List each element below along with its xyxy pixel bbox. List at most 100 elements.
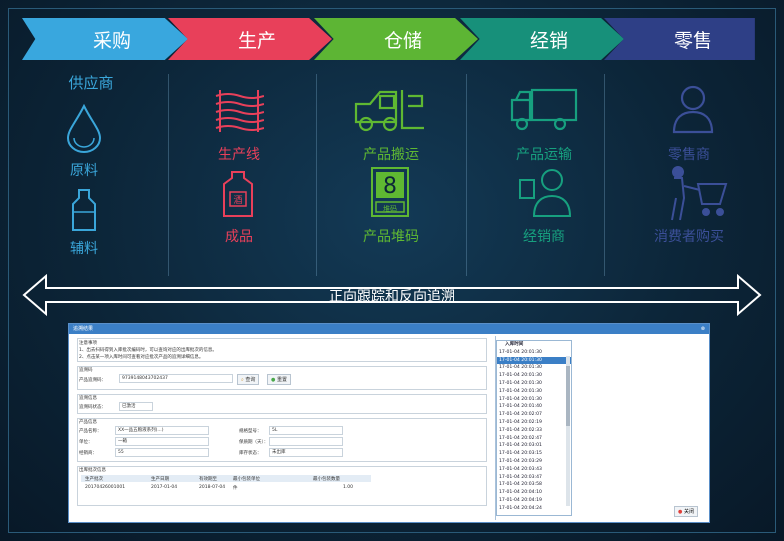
table-header-cell: 生产批次	[85, 477, 103, 482]
reset-button[interactable]: ● 重置	[267, 374, 291, 385]
trace-diagram: 采购 生产 仓储 经销 零售 供应商 原料 辅料 生产线 酒 成品 产品搬运 8…	[0, 0, 784, 541]
list-item[interactable]: 17-01-04 20:02:33	[497, 427, 571, 435]
list-scrollbar[interactable]	[566, 356, 570, 506]
list-item[interactable]: 17-01-04 20:02:19	[497, 419, 571, 427]
stock-status-value: 未出库	[269, 448, 343, 457]
truck-icon	[510, 88, 578, 131]
trace-arrow-label: 正向跟踪和反向追溯	[329, 289, 455, 305]
product-code-input[interactable]: 9739148043702437	[119, 374, 233, 383]
close-circle-icon: ●	[678, 509, 683, 515]
search-icon: ⌕	[241, 377, 244, 383]
finished-product-label: 成品	[225, 229, 253, 245]
stacking-sign-icon: 8 堆码	[371, 167, 409, 217]
table-row[interactable]: 20170426001001 2017-01-04 2018-07-04 件 1…	[81, 484, 371, 491]
svg-text:酒: 酒	[233, 195, 242, 206]
column-divider	[604, 74, 605, 276]
list-header: 入库时间	[505, 342, 524, 347]
stage-production-label: 生产	[237, 29, 276, 52]
dealer-field-label: 经销商：	[79, 451, 97, 456]
scrollbar-thumb[interactable]	[566, 366, 570, 426]
product-code-label: 产品追溯码：	[79, 378, 106, 383]
inbound-time-list[interactable]: 入库时间 17-01-04 20:01:30 17-01-04 20:01:30 1…	[496, 340, 572, 516]
raw-material-label: 原料	[70, 163, 98, 179]
stack-badge-sub: 堆码	[383, 204, 397, 213]
close-icon[interactable]: ⊗	[701, 324, 705, 334]
trace-detail-panel: 注意事项 1、出去扫码得到入库批次编码时，可以查询对应的出库批次的信息。 2、点…	[71, 336, 489, 520]
auxiliary-material-label: 辅料	[70, 241, 98, 257]
query-section-title: 追溯码	[79, 368, 93, 373]
bottle-icon	[72, 189, 96, 231]
list-item[interactable]: 17-01-04 20:03:58	[497, 481, 571, 489]
table-header-cell: 最小包装数量	[313, 477, 340, 482]
shopping-cart-icon	[671, 166, 728, 221]
product-name-label: 产品名称：	[79, 429, 102, 434]
transport-label: 产品运输	[516, 147, 572, 163]
table-header-cell: 生产日期	[151, 477, 169, 482]
list-item[interactable]: 17-01-04 20:02:07	[497, 411, 571, 419]
dealer-icon	[519, 169, 572, 217]
table-cell: 件	[233, 486, 238, 491]
consumer-purchase-label: 消费者购买	[654, 229, 724, 245]
batch-section-title: 追溯信息	[79, 396, 97, 401]
supplier-title: 供应商	[68, 74, 114, 92]
list-item[interactable]: 17-01-04 20:01:30	[497, 380, 571, 388]
batch-status-label: 追溯码状态：	[79, 405, 106, 410]
table-header-cell: 有效期至	[199, 477, 217, 482]
window-title: 追溯结果	[73, 326, 94, 332]
product-handling-label: 产品搬运	[363, 147, 419, 163]
stage-production: 生产	[168, 18, 332, 60]
column-divider	[168, 74, 169, 276]
forklift-icon	[354, 90, 424, 132]
notes-line-2: 2、点击某一项入库时间可查看对应批次产品的追溯详细信息。	[79, 355, 204, 360]
list-item[interactable]: 17-01-04 20:04:19	[497, 497, 571, 505]
production-line-label: 生产线	[218, 147, 260, 163]
table-header: 生产批次 生产日期 有效期至 最小包装单位 最小包装数量	[81, 475, 371, 482]
unit-value: 一箱	[115, 437, 209, 446]
shelf-life-value	[269, 437, 343, 446]
list-item[interactable]: 17-01-04 20:01:30	[497, 349, 571, 357]
spec-value: 5L	[269, 426, 343, 435]
batch-status-value: 已激活	[119, 402, 153, 411]
list-item[interactable]: 17-01-04 20:01:30	[497, 388, 571, 396]
product-stacking-label: 产品堆码	[363, 229, 419, 245]
query-button[interactable]: ⌕ 查询	[237, 374, 260, 385]
stage-distribution: 经销	[460, 18, 624, 60]
list-item[interactable]: 17-01-04 20:03:29	[497, 458, 571, 466]
stage-purchase-label: 采购	[92, 29, 131, 52]
list-item[interactable]: 17-01-04 20:01:30	[497, 396, 571, 404]
stock-status-label: 库存状态：	[239, 451, 262, 456]
list-item[interactable]: 17-01-04 20:03:43	[497, 466, 571, 474]
list-item[interactable]: 17-01-04 20:01:40	[497, 403, 571, 411]
water-drop-icon	[66, 104, 102, 153]
close-button-label: 关闭	[683, 509, 694, 515]
list-item[interactable]: 17-01-04 20:02:47	[497, 435, 571, 443]
stage-retail: 零售	[604, 18, 755, 60]
column-divider	[316, 74, 317, 276]
list-item[interactable]: 17-01-04 20:03:15	[497, 450, 571, 458]
list-item[interactable]: 17-01-04 20:03:47	[497, 474, 571, 482]
notes-line-1: 1、出去扫码得到入库批次编码时，可以查询对应的出库批次的信息。	[79, 348, 217, 353]
list-item[interactable]: 17-01-04 20:04:24	[497, 505, 571, 513]
table-cell: 2018-07-04	[199, 485, 226, 490]
production-line-icon	[215, 90, 264, 132]
list-item[interactable]: 17-01-04 20:04:10	[497, 489, 571, 497]
table-cell: 1.00	[343, 485, 354, 490]
product-name-value: XX一品五粮液系列(...)	[115, 426, 209, 435]
retailer-label: 零售商	[668, 147, 710, 163]
stage-distribution-label: 经销	[529, 29, 568, 52]
list-item[interactable]: 17-01-04 20:01:30	[497, 364, 571, 372]
list-item[interactable]: 17-01-04 20:01:30	[497, 356, 571, 365]
column-divider	[466, 74, 467, 276]
retailer-icon	[672, 85, 714, 134]
list-item[interactable]: 17-01-04 20:01:30	[497, 372, 571, 380]
inbound-time-panel: 入库时间 17-01-04 20:01:30 17-01-04 20:01:30 1…	[495, 336, 708, 520]
dealer-field-value: 55	[115, 448, 209, 457]
close-button[interactable]: ● 关闭	[674, 506, 698, 517]
dealer-label: 经销商	[523, 229, 565, 245]
product-jug-icon: 酒	[223, 171, 253, 217]
list-item[interactable]: 17-01-04 20:03:01	[497, 442, 571, 450]
table-cell: 2017-01-04	[151, 485, 178, 490]
stack-badge-number: 8	[383, 174, 397, 199]
spec-label: 规格型号：	[239, 429, 262, 434]
stage-storage: 仓储	[314, 18, 478, 60]
